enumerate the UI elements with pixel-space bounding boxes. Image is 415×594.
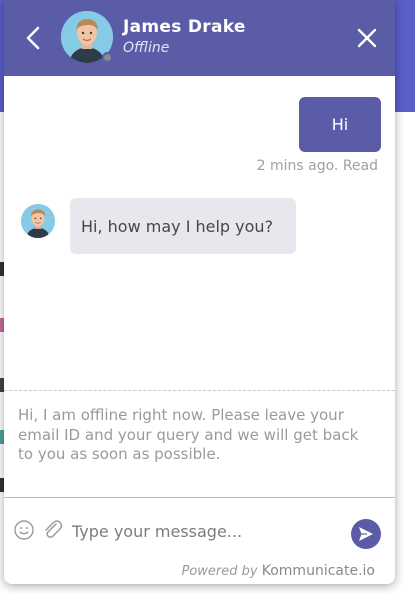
offline-message: Hi, I am offline right now. Please leave… — [18, 406, 359, 463]
close-button[interactable] — [354, 25, 380, 51]
person-avatar-icon — [21, 204, 55, 238]
attachment-button[interactable] — [41, 518, 63, 542]
message-status: 2 mins ago. Read — [256, 158, 378, 174]
emoji-button[interactable] — [13, 519, 35, 541]
powered-by: Powered by Kommunicate.io — [182, 563, 376, 579]
close-icon — [357, 28, 377, 48]
incoming-message-avatar — [21, 204, 55, 238]
chevron-left-icon — [26, 26, 40, 50]
smiley-icon — [14, 520, 34, 540]
agent-avatar — [61, 11, 113, 63]
composer-divider — [4, 497, 395, 498]
outgoing-message-bubble: Hi — [299, 97, 381, 152]
offline-divider — [4, 390, 395, 391]
agent-status: Offline — [123, 40, 170, 56]
chat-header: James Drake Offline — [4, 0, 395, 76]
brand-link[interactable]: Kommunicate.io — [262, 563, 375, 579]
message-input[interactable] — [70, 515, 346, 547]
paperclip-icon — [45, 520, 63, 538]
powered-by-label: Powered by — [181, 564, 258, 579]
agent-name: James Drake — [123, 17, 246, 37]
chat-widget: James Drake Offline Hi 2 mins ago. Read — [4, 0, 395, 584]
offline-status-dot — [102, 52, 113, 63]
send-button[interactable] — [351, 519, 381, 549]
incoming-message-bubble: Hi, how may I help you? — [70, 198, 296, 254]
back-button[interactable] — [20, 24, 46, 52]
send-icon — [359, 527, 373, 541]
